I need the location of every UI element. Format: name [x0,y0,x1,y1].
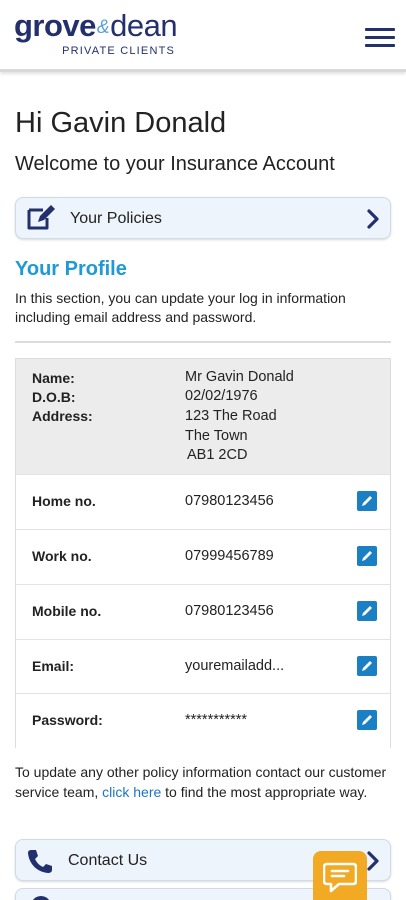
email-label: Email: [32,658,75,674]
policy-info-text: To update any other policy information c… [15,763,395,802]
personal-details-panel: Name: Mr Gavin Donald D.O.B: 02/02/1976 … [16,359,390,474]
dob-value: 02/02/1976 [185,388,258,404]
edit-document-icon [27,205,55,230]
address-line: 123 The Road [185,408,277,424]
policy-info-text-end: to find the most appropriate way. [161,783,368,800]
pencil-icon [362,606,372,616]
logo-ampersand: & [96,17,110,38]
edit-work-number-button[interactable] [357,546,377,566]
home-number-value: 07980123456 [185,493,274,509]
mobile-number-value: 07980123456 [185,603,274,619]
chat-button[interactable] [313,851,367,900]
chat-bubble-icon [323,862,357,893]
home-number-row: Home no. 07980123456 [16,474,390,529]
pencil-icon [362,661,372,671]
pencil-icon [362,496,372,506]
edit-email-button[interactable] [357,656,377,676]
email-value: youremailadd... [185,658,285,674]
pencil-icon [362,551,372,561]
your-profile-heading: Your Profile [15,258,127,280]
password-row: Password: *********** [16,693,390,748]
name-label: Name: [32,370,75,386]
grove-dean-logo[interactable]: grove&dean PRIVATE CLIENTS [14,8,178,58]
name-value: Mr Gavin Donald [185,369,294,385]
mobile-number-label: Mobile no. [32,603,102,619]
mobile-number-row: Mobile no. 07980123456 [16,584,390,639]
address-line: The Town [185,428,248,444]
work-number-label: Work no. [32,548,92,564]
section-divider [15,341,391,343]
dob-label: D.O.B: [32,389,76,405]
work-number-value: 07999456789 [185,548,274,564]
chevron-right-icon [367,209,379,229]
your-policies-button[interactable]: Your Policies [15,197,391,239]
welcome-subtitle: Welcome to your Insurance Account [15,153,335,175]
app-header: grove&dean PRIVATE CLIENTS [0,0,406,72]
chevron-right-icon [367,851,379,871]
hamburger-menu-icon[interactable] [365,28,395,48]
phone-icon [28,850,52,873]
email-row: Email: youremailadd... [16,639,390,694]
pencil-icon [362,715,372,725]
address-label: Address: [32,408,93,424]
logo-wordmark: grove&dean [14,8,178,44]
logo-dean: dean [110,8,178,43]
password-value: *********** [185,712,248,728]
password-label: Password: [32,712,103,728]
edit-password-button[interactable] [357,710,377,730]
edit-home-number-button[interactable] [357,491,377,511]
contact-us-label: Contact Us [68,852,148,869]
page-title: Hi Gavin Donald [15,107,227,139]
click-here-link[interactable]: click here [102,784,161,800]
address-line: AB1 2CD [187,447,248,463]
your-policies-label: Your Policies [70,210,162,227]
logo-grove: grove [14,8,96,43]
logo-tagline: PRIVATE CLIENTS [62,45,176,57]
profile-details-box: Name: Mr Gavin Donald D.O.B: 02/02/1976 … [15,358,391,748]
home-number-label: Home no. [32,493,96,509]
info-circle-icon [33,896,49,900]
profile-description: In this section, you can update your log… [15,290,346,325]
work-number-row: Work no. 07999456789 [16,529,390,584]
edit-mobile-number-button[interactable] [357,601,377,621]
